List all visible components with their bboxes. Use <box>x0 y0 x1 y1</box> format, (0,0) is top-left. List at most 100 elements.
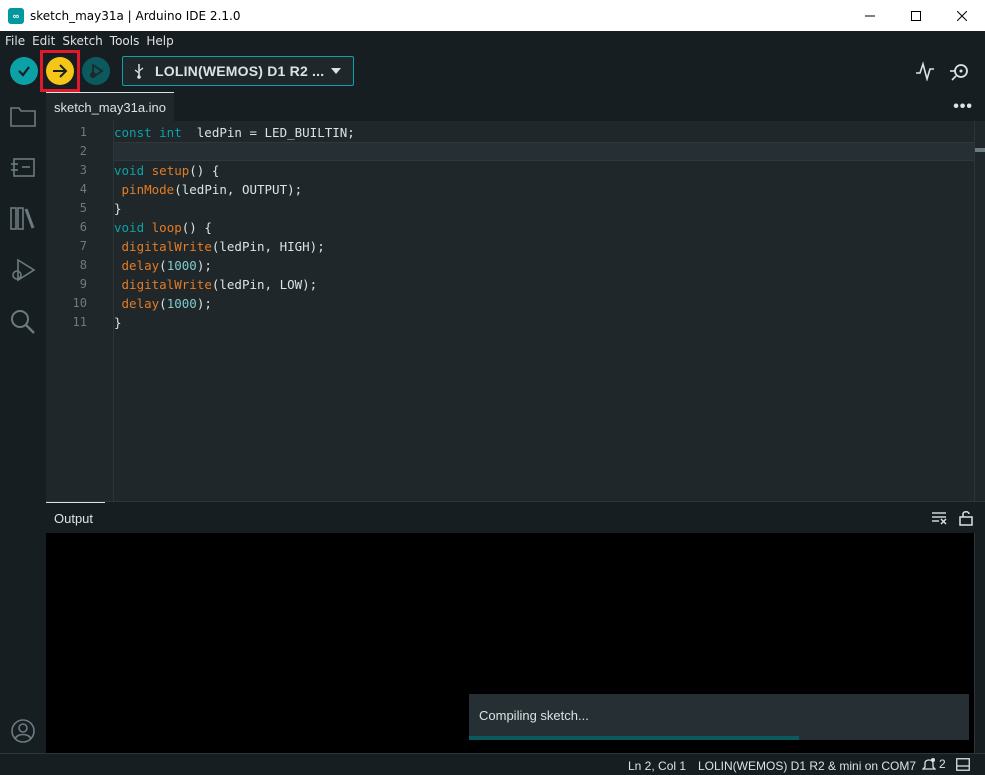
code-line: delay(1000); <box>114 258 212 273</box>
debug-button[interactable] <box>82 57 110 85</box>
close-icon <box>957 10 967 21</box>
chevron-down-icon <box>331 68 341 74</box>
toggle-panel-button[interactable] <box>956 758 970 774</box>
menu-bar: File Edit Sketch Tools Help <box>0 31 985 50</box>
code-editor[interactable]: 1 2 3 4 5 6 7 8 9 10 11 const int ledPin = LED_BUI… <box>46 121 985 501</box>
code-line: } <box>114 201 122 216</box>
status-bar: Ln 2, Col 1 LOLIN(WEMOS) D1 R2 & mini on… <box>0 753 985 775</box>
verify-button[interactable] <box>10 57 38 85</box>
status-board[interactable]: LOLIN(WEMOS) D1 R2 & mini on COM7 <box>698 759 916 773</box>
code-token: 1000 <box>166 296 197 311</box>
notifications-button[interactable]: 2 <box>922 757 946 771</box>
search-icon <box>11 310 35 334</box>
line-number: 4 <box>79 182 87 196</box>
title-bar: ∞ sketch_may31a | Arduino IDE 2.1.0 <box>0 0 985 31</box>
clear-output-button[interactable] <box>931 511 947 528</box>
bell-icon <box>922 758 936 770</box>
code-line: pinMode(ledPin, OUTPUT); <box>114 182 303 197</box>
arrow-right-icon <box>53 64 68 78</box>
clear-all-icon <box>932 512 947 525</box>
tab-sketch[interactable]: sketch_may31a.ino <box>46 92 174 121</box>
line-number: 8 <box>79 258 87 272</box>
editor-scrollbar[interactable] <box>974 121 985 501</box>
user-icon <box>11 719 35 743</box>
line-number: 5 <box>79 201 87 215</box>
maximize-button[interactable] <box>893 0 939 31</box>
profile-button[interactable] <box>9 717 37 745</box>
library-manager-button[interactable] <box>9 204 37 232</box>
code-area[interactable]: const int ledPin = LED_BUILTIN;void setu… <box>114 121 974 501</box>
code-token: ( <box>159 296 167 311</box>
code-token: void <box>114 163 145 178</box>
code-line: void setup() { <box>114 163 219 178</box>
serial-plotter-button[interactable] <box>915 61 935 84</box>
menu-file[interactable]: File <box>4 34 30 48</box>
line-number: 3 <box>79 163 87 177</box>
progress-notification: Compiling sketch... <box>469 694 969 740</box>
tab-label: sketch_may31a.ino <box>54 99 167 115</box>
menu-help[interactable]: Help <box>145 34 178 48</box>
menu-tools[interactable]: Tools <box>109 34 145 48</box>
code-token: int <box>159 125 182 140</box>
folder-icon <box>10 107 36 127</box>
debug-icon <box>12 258 36 282</box>
notification-text: Compiling sketch... <box>479 708 589 723</box>
code-token: digitalWrite <box>121 239 212 254</box>
serial-plotter-icon <box>916 61 934 82</box>
line-number-gutter: 1 2 3 4 5 6 7 8 9 10 11 <box>46 121 113 501</box>
scroll-lock-button[interactable] <box>959 510 973 529</box>
board-name: LOLIN(WEMOS) D1 R2 ... <box>155 63 325 79</box>
activity-bar <box>0 92 46 753</box>
tab-output[interactable]: Output <box>46 502 105 533</box>
minimize-button[interactable] <box>847 0 893 31</box>
code-token: loop <box>151 220 182 235</box>
code-token: delay <box>121 296 160 311</box>
code-token: pinMode <box>121 182 175 197</box>
code-line: const int ledPin = LED_BUILTIN; <box>114 125 355 140</box>
maximize-icon <box>911 10 921 21</box>
code-token: } <box>114 315 122 330</box>
line-number: 9 <box>79 277 87 291</box>
debug-icon <box>90 63 104 79</box>
code-token: void <box>114 220 145 235</box>
serial-monitor-icon <box>950 64 968 81</box>
menu-edit[interactable]: Edit <box>31 34 60 48</box>
toolbar: LOLIN(WEMOS) D1 R2 ... <box>0 50 985 92</box>
sketchbook-button[interactable] <box>9 102 37 130</box>
line-number: 6 <box>79 220 87 234</box>
usb-icon <box>134 64 144 79</box>
output-header: Output <box>46 501 985 533</box>
boards-manager-button[interactable] <box>9 153 37 181</box>
menu-sketch[interactable]: Sketch <box>61 34 107 48</box>
arduino-logo-icon: ∞ <box>8 7 24 24</box>
line-number: 11 <box>72 315 87 329</box>
more-actions-icon[interactable]: ••• <box>953 98 973 116</box>
code-token: 1000 <box>166 258 197 273</box>
cursor-position[interactable]: Ln 2, Col 1 <box>628 759 686 773</box>
code-token: ( <box>159 258 167 273</box>
code-token: } <box>114 201 122 216</box>
search-button[interactable] <box>9 308 37 336</box>
line-number: 7 <box>79 239 87 253</box>
code-token: delay <box>121 258 160 273</box>
close-button[interactable] <box>939 0 985 31</box>
output-title: Output <box>54 510 94 526</box>
window-controls <box>847 0 985 31</box>
serial-monitor-button[interactable] <box>949 61 971 84</box>
code-token: digitalWrite <box>121 277 212 292</box>
output-scrollbar[interactable] <box>974 533 985 753</box>
upload-button[interactable] <box>46 57 74 85</box>
board-selector[interactable]: LOLIN(WEMOS) D1 R2 ... <box>122 56 354 86</box>
code-line: delay(1000); <box>114 296 212 311</box>
code-line: void loop() { <box>114 220 212 235</box>
editor-tab-bar: sketch_may31a.ino ••• <box>46 92 985 121</box>
code-token: const <box>114 125 160 140</box>
code-line: digitalWrite(ledPin, HIGH); <box>114 239 325 254</box>
code-line: } <box>114 315 122 330</box>
code-token: ); <box>196 296 212 311</box>
debug-panel-button[interactable] <box>9 256 37 284</box>
